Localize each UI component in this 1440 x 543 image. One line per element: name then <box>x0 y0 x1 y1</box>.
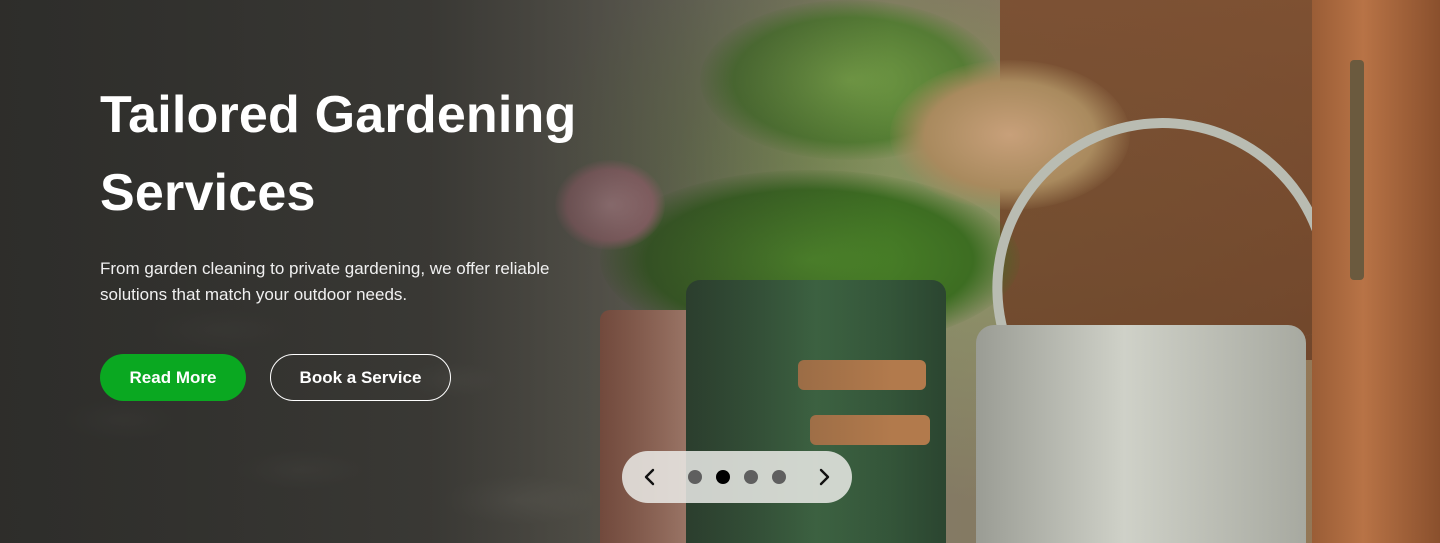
carousel-controls <box>622 451 852 503</box>
carousel-dot[interactable] <box>744 470 758 484</box>
hero-banner: Tailored Gardening Services From garden … <box>0 0 1440 543</box>
hero-actions: Read More Book a Service <box>100 354 660 401</box>
carousel-dots <box>688 470 786 484</box>
carousel-dot[interactable] <box>772 470 786 484</box>
read-more-button[interactable]: Read More <box>100 354 246 401</box>
carousel-dot[interactable] <box>716 470 730 484</box>
chevron-right-icon[interactable] <box>814 467 834 487</box>
carousel-dot[interactable] <box>688 470 702 484</box>
hero-title-line: Services <box>100 164 316 222</box>
chevron-left-icon[interactable] <box>640 467 660 487</box>
hero-title: Tailored Gardening Services <box>100 76 660 232</box>
book-service-button[interactable]: Book a Service <box>270 354 451 401</box>
hero-content: Tailored Gardening Services From garden … <box>100 76 660 401</box>
hero-description: From garden cleaning to private gardenin… <box>100 259 550 304</box>
hero-title-line: Tailored Gardening <box>100 86 577 144</box>
